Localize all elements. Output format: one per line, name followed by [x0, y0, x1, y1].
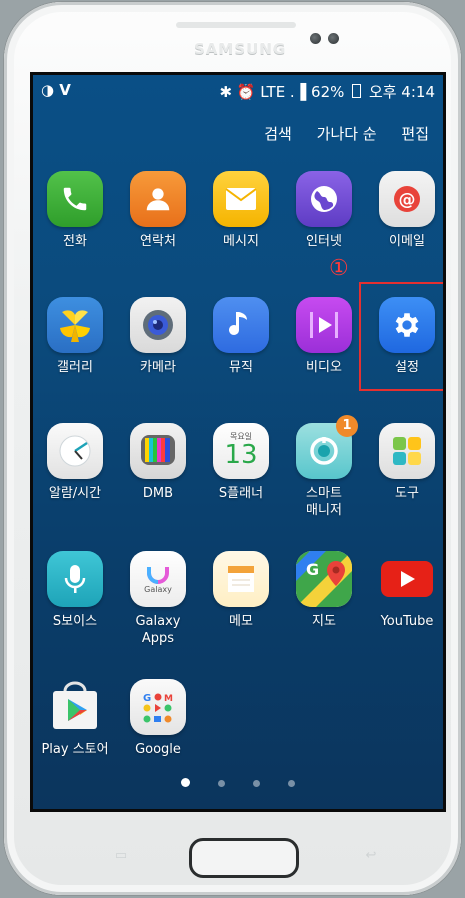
battery-level: 62% [311, 83, 345, 101]
music-note-icon [213, 297, 269, 353]
app-label: 비디오 [306, 360, 342, 375]
page-dot[interactable] [253, 780, 260, 787]
app-label: 갤러리 [57, 360, 93, 375]
svg-text:M: M [164, 694, 173, 704]
page-dot[interactable] [218, 780, 225, 787]
microphone-icon [47, 551, 103, 607]
app-tools[interactable]: 도구 [367, 423, 443, 502]
sort-button[interactable]: 가나다 순 [317, 125, 377, 143]
step-marker: ① [329, 256, 349, 281]
play-video-icon [296, 297, 352, 353]
page-dot[interactable] [288, 780, 295, 787]
app-play-store[interactable]: Play 스토어 [35, 679, 115, 758]
notification-icons: ◑ V [41, 81, 71, 99]
app-camera[interactable]: 카메라 [118, 297, 198, 376]
maps-pin-icon: G [296, 551, 352, 607]
app-memo[interactable]: 메모 [201, 551, 281, 630]
app-maps[interactable]: G 지도 [284, 551, 364, 630]
app-youtube[interactable]: YouTube [367, 551, 443, 630]
app-label: Play 스토어 [41, 742, 109, 757]
status-bar: ◑ V ✱ ⏰ LTE .▐ 62% 오후 4:14 [33, 75, 443, 105]
app-label: 연락처 [140, 234, 176, 249]
search-button[interactable]: 검색 [264, 125, 292, 143]
app-label: S보이스 [52, 614, 98, 629]
app-label: 알람/시간 [48, 486, 102, 501]
galaxy-wordmark: Galaxy [144, 584, 172, 594]
svg-text:G: G [143, 693, 151, 704]
app-phone[interactable]: 전화 [35, 171, 115, 250]
app-label: 스마트 매니저 [306, 486, 342, 518]
play-store-bag-icon [47, 679, 103, 735]
phone-icon [47, 171, 103, 227]
app-label: 메시지 [223, 234, 259, 249]
google-folder-icon: GM [130, 679, 186, 735]
status-icons: ✱ ⏰ LTE .▐ [219, 83, 307, 101]
page-dot[interactable] [181, 778, 190, 787]
tools-folder-icon [379, 423, 435, 479]
brand-logo: SAMSUNG [194, 40, 287, 58]
camera-lens-icon [130, 297, 186, 353]
app-google-folder[interactable]: GM Google [118, 679, 198, 758]
app-smart-manager[interactable]: 1 스마트 매니저 [284, 415, 364, 519]
app-label: Galaxy Apps [135, 614, 181, 646]
app-contacts[interactable]: 연락처 [118, 171, 198, 250]
notification-badge: 1 [336, 415, 358, 437]
app-galaxy-apps[interactable]: Galaxy Galaxy Apps [118, 551, 198, 647]
app-video[interactable]: 비디오 [284, 297, 364, 376]
app-label: 전화 [63, 234, 87, 249]
app-email[interactable]: @ 이메일 [367, 171, 443, 250]
app-label: DMB [142, 486, 174, 501]
app-label: YouTube [380, 614, 434, 629]
app-label: 메모 [229, 614, 253, 629]
app-s-voice[interactable]: S보이스 [35, 551, 115, 630]
envelope-icon [213, 171, 269, 227]
back-key-icon[interactable]: ↩ [354, 848, 388, 864]
app-clock[interactable]: 알람/시간 [35, 423, 115, 502]
app-internet[interactable]: 인터넷 [284, 171, 364, 250]
app-label: 카메라 [140, 360, 176, 375]
app-drawer-screen: ◑ V ✱ ⏰ LTE .▐ 62% 오후 4:14 검색 가나다 순 편집 전… [30, 72, 446, 812]
battery-icon [352, 84, 362, 98]
memo-notepad-icon [213, 551, 269, 607]
proximity-sensor-icon [328, 33, 339, 44]
app-label: 지도 [312, 614, 336, 629]
earpiece-speaker [176, 22, 296, 28]
home-button[interactable] [189, 838, 299, 878]
system-status: ✱ ⏰ LTE .▐ 62% 오후 4:14 [219, 81, 435, 102]
tv-color-bars-icon [130, 423, 186, 479]
svg-text:@: @ [399, 190, 416, 210]
youtube-play-icon [379, 551, 435, 607]
app-gallery[interactable]: 갤러리 [35, 297, 115, 376]
smart-manager-icon: 1 [296, 415, 358, 479]
app-s-planner[interactable]: 목요일 13 S플래너 [201, 423, 281, 502]
contacts-icon [130, 171, 186, 227]
calendar-date: 13 [224, 439, 258, 470]
calendar-icon: 목요일 13 [213, 423, 269, 479]
app-messages[interactable]: 메시지 [201, 171, 281, 250]
clock-icon [47, 423, 103, 479]
email-at-icon: @ [379, 171, 435, 227]
drawer-menu: 검색 가나다 순 편집 [244, 123, 429, 144]
edit-button[interactable]: 편집 [401, 125, 429, 143]
galaxy-apps-bag-icon: Galaxy [130, 551, 186, 607]
clock: 오후 4:14 [368, 83, 435, 101]
app-label: 도구 [395, 486, 419, 501]
recent-apps-key-icon[interactable]: ▭ [104, 848, 138, 864]
settings-highlight-box [359, 282, 443, 391]
app-label: 뮤직 [229, 360, 253, 375]
app-label: 인터넷 [306, 234, 342, 249]
page-indicator [33, 772, 443, 791]
app-label: 이메일 [389, 234, 425, 249]
globe-icon [296, 171, 352, 227]
app-music[interactable]: 뮤직 [201, 297, 281, 376]
app-label: Google [135, 742, 181, 757]
gallery-flower-icon [47, 297, 103, 353]
front-camera-icon [310, 33, 321, 44]
svg-text:G: G [306, 560, 319, 579]
app-dmb[interactable]: DMB [118, 423, 198, 502]
app-label: S플래너 [218, 486, 264, 501]
